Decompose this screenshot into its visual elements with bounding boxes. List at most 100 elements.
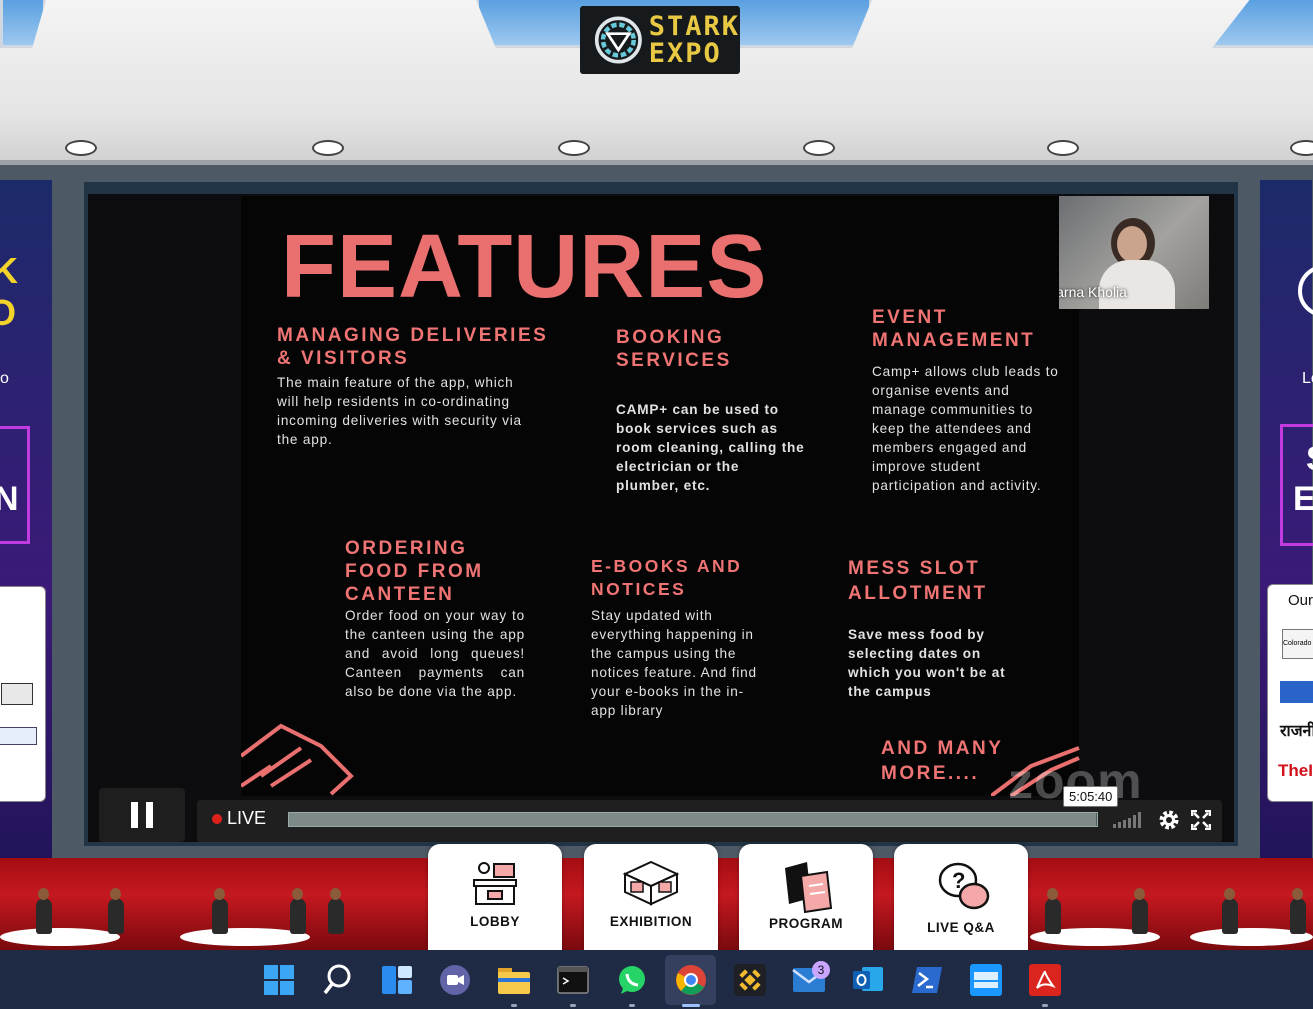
nav-label: PROGRAM bbox=[769, 916, 843, 931]
audience-head bbox=[214, 888, 225, 900]
feature-body: Camp+ allows club leads to organise even… bbox=[872, 364, 1059, 493]
live-label[interactable]: LIVE bbox=[227, 808, 266, 829]
fullscreen-icon[interactable] bbox=[1191, 810, 1211, 830]
right-banner-letter: S bbox=[1306, 440, 1313, 479]
audience-person bbox=[36, 898, 52, 934]
pause-icon bbox=[131, 802, 138, 828]
mail-unread-badge: 3 bbox=[812, 961, 830, 979]
feature-body: The main feature of the app, which will … bbox=[277, 375, 522, 447]
nav-program-button[interactable]: PROGRAM bbox=[739, 844, 873, 950]
widgets-icon[interactable] bbox=[379, 962, 415, 998]
left-banner-letter: K bbox=[0, 250, 18, 291]
reception-desk-icon bbox=[473, 862, 517, 905]
exhibition-booth-icon bbox=[622, 860, 680, 906]
slide-title: FEATURES bbox=[281, 217, 768, 317]
time-tooltip: 5:05:40 bbox=[1063, 786, 1119, 807]
whatsapp-icon[interactable] bbox=[614, 962, 650, 998]
arc-reactor-icon bbox=[594, 16, 642, 64]
powershell-icon[interactable] bbox=[909, 962, 945, 998]
settings-gear-icon[interactable] bbox=[1157, 808, 1181, 832]
left-banner-letter: O bbox=[0, 292, 17, 333]
presentation-slide: FEATURES MANAGING DELIVERIES & VISITORS … bbox=[241, 196, 1080, 796]
audience-person bbox=[328, 898, 344, 934]
file-explorer-icon[interactable] bbox=[496, 962, 532, 998]
windows-start-icon[interactable] bbox=[261, 962, 297, 998]
active-app-indicator bbox=[682, 1004, 700, 1007]
feature-body: Order food on your way to the canteen us… bbox=[345, 608, 525, 699]
nav-label: LOBBY bbox=[470, 914, 520, 929]
feature-heading: BOOKING SERVICES bbox=[616, 327, 732, 371]
closing-text: AND MANY MORE.... bbox=[881, 738, 1004, 784]
audience-person bbox=[1222, 898, 1238, 934]
feature-heading: MANAGING DELIVERIES & VISITORS bbox=[277, 325, 549, 369]
audience-person bbox=[212, 898, 228, 934]
live-indicator-dot bbox=[212, 814, 222, 824]
feature-body: CAMP+ can be used to book services such … bbox=[616, 402, 805, 493]
right-sponsor-card: Our Colorado राजनी TheI bbox=[1267, 584, 1313, 802]
audience-person bbox=[290, 898, 306, 934]
ceiling-light bbox=[312, 140, 344, 156]
audience-person bbox=[1045, 898, 1061, 934]
hand-illustration-icon bbox=[241, 723, 354, 796]
running-indicator bbox=[570, 1004, 576, 1007]
audience-table bbox=[0, 928, 120, 946]
feature-heading: MESS SLOT ALLOTMENT bbox=[848, 558, 988, 604]
right-banner-text: Lo bbox=[1302, 370, 1313, 387]
audience-person bbox=[1132, 898, 1148, 934]
sponsor-logo: TheI bbox=[1278, 761, 1313, 780]
nav-label: LIVE Q&A bbox=[927, 920, 995, 935]
signal-quality-icon[interactable] bbox=[1113, 812, 1145, 828]
pause-button[interactable] bbox=[99, 788, 185, 842]
logo-text-expo: EXPO bbox=[648, 38, 722, 69]
left-banner-big-letter: N bbox=[0, 480, 19, 518]
ceiling-light bbox=[803, 140, 835, 156]
audience-head bbox=[292, 888, 303, 900]
program-documents-icon bbox=[785, 862, 833, 914]
feature-heading: E-BOOKS AND NOTICES bbox=[591, 556, 743, 599]
sponsor-logo bbox=[1280, 681, 1313, 703]
audience-head bbox=[1224, 888, 1235, 900]
presenter-face bbox=[1117, 226, 1147, 262]
chrome-icon[interactable] bbox=[673, 962, 709, 998]
sponsor-logo: Colorado bbox=[1282, 629, 1313, 659]
running-indicator bbox=[511, 1004, 517, 1007]
audience-head bbox=[1047, 888, 1058, 900]
running-indicator bbox=[629, 1004, 635, 1007]
stark-expo-logo: STARK EXPO bbox=[580, 6, 740, 74]
running-indicator bbox=[1042, 1004, 1048, 1007]
teams-chat-icon[interactable] bbox=[437, 962, 473, 998]
sponsor-logo bbox=[1, 683, 33, 705]
ceiling-light bbox=[1047, 140, 1079, 156]
audience-person bbox=[108, 898, 124, 934]
sponsors-heading: Our bbox=[1288, 592, 1313, 609]
audience-head bbox=[330, 888, 341, 900]
ceiling-light bbox=[65, 140, 97, 156]
left-sponsor-card bbox=[0, 586, 46, 802]
feature-body: Save mess food by selecting dates on whi… bbox=[848, 627, 1006, 699]
pause-icon bbox=[146, 802, 153, 828]
acrobat-icon[interactable] bbox=[1027, 962, 1063, 998]
sponsor-logo bbox=[0, 727, 37, 745]
progress-bar[interactable] bbox=[288, 812, 1098, 827]
nav-label: EXHIBITION bbox=[609, 914, 693, 929]
audience-head bbox=[1292, 888, 1303, 900]
nav-live-qa-button[interactable]: ? LIVE Q&A bbox=[894, 844, 1028, 950]
binance-icon[interactable] bbox=[732, 962, 768, 998]
prime-video-icon[interactable] bbox=[968, 962, 1004, 998]
presenter-video-thumbnail[interactable]: Aparna Kholia bbox=[1059, 196, 1209, 309]
nav-lobby-button[interactable]: LOBBY bbox=[428, 844, 562, 950]
right-banner-letter: E bbox=[1293, 480, 1313, 518]
outlook-icon[interactable] bbox=[850, 962, 886, 998]
sponsor-logo: राजनी bbox=[1280, 723, 1313, 740]
audience-head bbox=[1134, 888, 1145, 900]
nav-exhibition-button[interactable]: EXHIBITION bbox=[584, 844, 718, 950]
search-icon[interactable] bbox=[320, 962, 356, 998]
terminal-icon[interactable] bbox=[555, 962, 591, 998]
ceiling-light bbox=[558, 140, 590, 156]
windows-taskbar bbox=[0, 950, 1313, 1009]
audience-head bbox=[110, 888, 121, 900]
audience-head bbox=[38, 888, 49, 900]
arc-reactor-icon bbox=[1298, 267, 1313, 315]
feature-body: Stay updated with everything happening i… bbox=[591, 608, 757, 718]
feature-heading: ORDERING FOOD FROM CANTEEN bbox=[345, 538, 484, 605]
